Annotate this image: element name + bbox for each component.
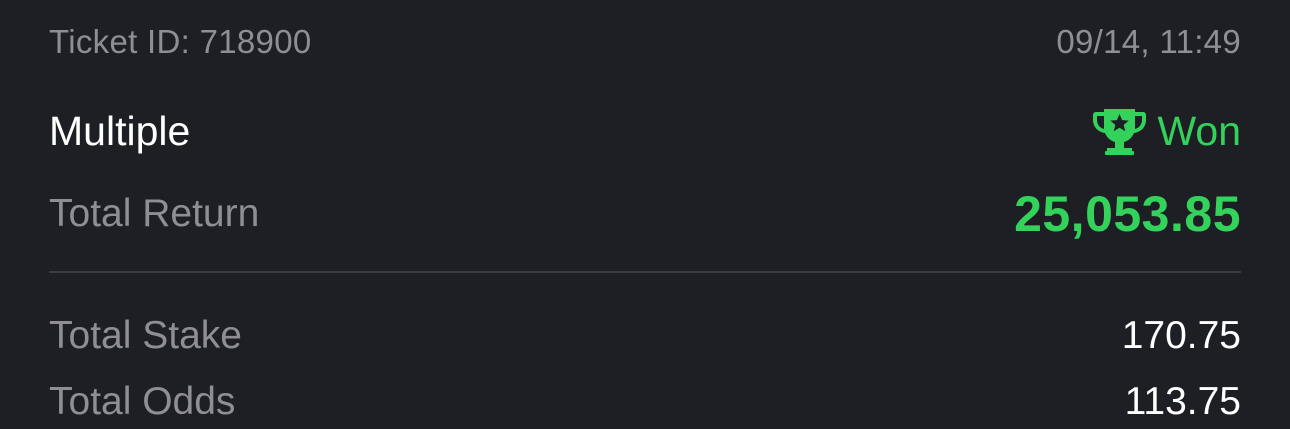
total-return-row: Total Return 25,053.85 <box>49 186 1241 242</box>
bet-type-row: Multiple Won <box>49 104 1241 158</box>
total-stake-value: 170.75 <box>1121 314 1241 357</box>
total-odds-label: Total Odds <box>49 380 236 423</box>
total-odds-value: 113.75 <box>1124 380 1241 423</box>
status-badge: Won <box>1092 106 1241 156</box>
total-return-value: 25,053.85 <box>1014 186 1241 242</box>
total-stake-row: Total Stake 170.75 <box>49 312 1241 360</box>
ticket-datetime: 09/14, 11:49 <box>1056 23 1241 60</box>
total-return-label: Total Return <box>49 192 260 235</box>
trophy-icon <box>1093 109 1147 155</box>
bet-type: Multiple <box>49 107 191 154</box>
ticket-meta-row: Ticket ID: 718900 09/14, 11:49 <box>49 20 1241 64</box>
total-stake-label: Total Stake <box>49 314 242 357</box>
ticket-id: Ticket ID: 718900 <box>49 23 312 60</box>
total-odds-row: Total Odds 113.75 <box>49 378 1241 426</box>
divider <box>49 271 1241 273</box>
status-label: Won <box>1157 107 1241 154</box>
